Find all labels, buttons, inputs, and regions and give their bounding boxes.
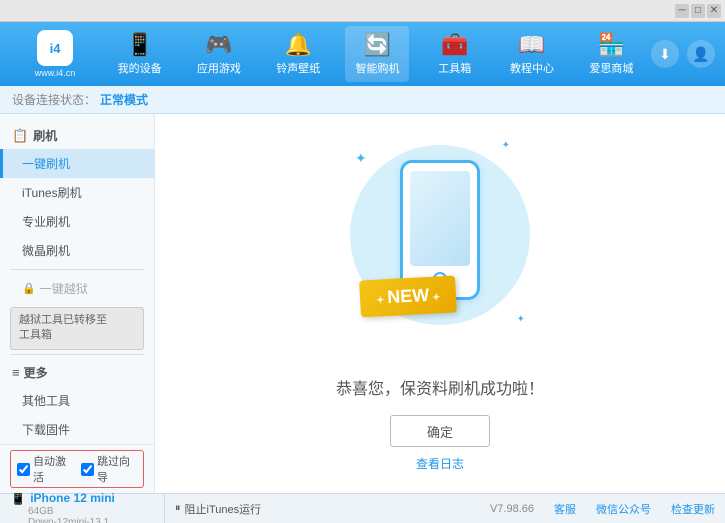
nav-item-my-device[interactable]: 📱 我的设备: [108, 26, 172, 82]
phone-illustration: ✦ ✦ ✦ NEW: [340, 135, 540, 355]
sidebar-section-more-label: 更多: [24, 364, 48, 381]
sidebar-notice-text: 越狱工具已转移至工具箱: [19, 314, 107, 341]
sidebar-divider-2: [10, 354, 144, 355]
user-button[interactable]: 👤: [687, 40, 715, 68]
stop-itunes-label: 阻止iTunes运行: [185, 501, 262, 517]
nav-item-my-device-label: 我的设备: [118, 60, 162, 76]
sidebar-section-flash-label: 刷机: [33, 127, 57, 144]
sparkle-2: ✦: [502, 140, 510, 151]
footer-right: V7.98.66 客服 微信公众号 检查更新: [271, 501, 715, 517]
sparkle-1: ✦: [355, 150, 367, 167]
nav-item-smart-shop[interactable]: 🔄 智能购机: [345, 26, 409, 82]
toolbox-icon: 🧰: [441, 32, 468, 58]
secondary-link[interactable]: 查看日志: [416, 455, 464, 472]
nav-item-ringtones-label: 铃声壁纸: [276, 60, 320, 76]
flash-section-icon: 📋: [12, 128, 28, 144]
skip-wizard-checkbox[interactable]: [81, 463, 94, 476]
sidebar-item-micro-flash-label: 微晶刷机: [22, 244, 70, 258]
auto-activate-label: 自动激活: [33, 453, 73, 485]
checkbox-highlight-area: 自动激活 跳过向导: [10, 450, 144, 488]
close-button[interactable]: ✕: [707, 4, 721, 18]
new-banner: NEW: [359, 276, 457, 318]
top-nav: i4 www.i4.cn 📱 我的设备 🎮 应用游戏 🔔 铃声壁纸 🔄 智能购机: [0, 22, 725, 86]
sidebar-item-jailbreak: 🔒 一键越狱: [0, 274, 154, 303]
content-area: 📋 刷机 一键刷机 iTunes刷机 专业刷机 微晶刷机 🔒 一键越狱 越狱工: [0, 114, 725, 493]
confirm-button[interactable]: 确定: [390, 415, 490, 447]
auto-activate-checkbox[interactable]: [17, 463, 30, 476]
footer-device-storage: 64GB: [10, 506, 156, 517]
footer-update-link[interactable]: 检查更新: [671, 501, 715, 517]
minimize-button[interactable]: ─: [675, 4, 689, 18]
nav-item-ringtones[interactable]: 🔔 铃声壁纸: [266, 26, 330, 82]
sidebar-item-other-tools-label: 其他工具: [22, 394, 70, 408]
sidebar-bottom-checkboxes: 自动激活 跳过向导: [0, 444, 155, 493]
logo-area[interactable]: i4 www.i4.cn: [10, 30, 100, 78]
footer-bar: 📱 iPhone 12 mini 64GB Down-12mini-13.1 ⏸…: [0, 493, 725, 523]
sidebar-item-download-fw[interactable]: 下载固件: [0, 415, 154, 444]
skip-wizard-label: 跳过向导: [97, 453, 137, 485]
status-label: 设备连接状态：: [12, 91, 96, 108]
sidebar-item-itunes-flash[interactable]: iTunes刷机: [0, 178, 154, 207]
center-content: ✦ ✦ ✦ NEW 恭喜您，保资料刷机成功啦！ 确定 查看日志: [155, 114, 725, 493]
sidebar-section-flash: 📋 刷机: [0, 122, 154, 149]
nav-item-apps-games-label: 应用游戏: [197, 60, 241, 76]
nav-item-shop-label: 爱思商城: [589, 60, 633, 76]
shop-icon: 🏪: [598, 32, 625, 58]
status-value: 正常模式: [100, 91, 148, 108]
footer-version: V7.98.66: [490, 503, 534, 515]
success-text: 恭喜您，保资料刷机成功啦！: [336, 375, 544, 399]
sidebar-item-one-click-flash-label: 一键刷机: [22, 157, 70, 171]
tutorials-icon: 📖: [518, 32, 545, 58]
sidebar: 📋 刷机 一键刷机 iTunes刷机 专业刷机 微晶刷机 🔒 一键越狱 越狱工: [0, 114, 155, 493]
nav-item-toolbox-label: 工具箱: [438, 60, 471, 76]
nav-item-tutorials[interactable]: 📖 教程中心: [500, 26, 564, 82]
phone-screen: [410, 171, 470, 266]
auto-activate-checkbox-label[interactable]: 自动激活: [17, 453, 73, 485]
logo-icon: i4: [37, 30, 73, 66]
apps-games-icon: 🎮: [205, 32, 232, 58]
sidebar-item-one-click-flash[interactable]: 一键刷机: [0, 149, 154, 178]
nav-item-smart-shop-label: 智能购机: [355, 60, 399, 76]
maximize-button[interactable]: □: [691, 4, 705, 18]
download-button[interactable]: ⬇: [651, 40, 679, 68]
sidebar-notice: 越狱工具已转移至工具箱: [10, 307, 144, 350]
nav-item-tutorials-label: 教程中心: [510, 60, 554, 76]
nav-right: ⬇ 👤: [651, 40, 715, 68]
smart-shop-icon: 🔄: [364, 32, 391, 58]
sidebar-item-pro-flash[interactable]: 专业刷机: [0, 207, 154, 236]
sidebar-item-jailbreak-label: 一键越狱: [40, 280, 88, 297]
sidebar-item-pro-flash-label: 专业刷机: [22, 215, 70, 229]
nav-items: 📱 我的设备 🎮 应用游戏 🔔 铃声壁纸 🔄 智能购机 🧰 工具箱 📖: [100, 26, 651, 82]
sidebar-section-more: ≡ 更多: [0, 359, 154, 386]
sidebar-item-itunes-flash-label: iTunes刷机: [22, 186, 82, 200]
nav-item-toolbox[interactable]: 🧰 工具箱: [425, 26, 485, 82]
ringtones-icon: 🔔: [285, 32, 312, 58]
footer-wechat-link[interactable]: 微信公众号: [596, 501, 651, 517]
footer-service-link[interactable]: 客服: [554, 501, 576, 517]
sidebar-item-other-tools[interactable]: 其他工具: [0, 386, 154, 415]
lock-icon: 🔒: [22, 282, 36, 295]
logo-text: www.i4.cn: [35, 68, 76, 78]
my-device-icon: 📱: [126, 32, 153, 58]
sidebar-item-download-fw-label: 下载固件: [22, 423, 70, 437]
status-bar: 设备连接状态： 正常模式: [0, 86, 725, 114]
footer-stop-itunes[interactable]: ⏸ 阻止iTunes运行: [165, 501, 271, 517]
sparkle-3: ✦: [517, 314, 525, 325]
footer-device-section: 📱 iPhone 12 mini 64GB Down-12mini-13.1: [10, 494, 165, 523]
stop-itunes-icon: ⏸: [175, 502, 181, 515]
nav-item-shop[interactable]: 🏪 爱思商城: [579, 26, 643, 82]
footer-device-model: Down-12mini-13.1: [10, 517, 156, 523]
title-bar: ─ □ ✕: [0, 0, 725, 22]
sidebar-divider-1: [10, 269, 144, 270]
sidebar-item-micro-flash[interactable]: 微晶刷机: [0, 236, 154, 265]
skip-wizard-checkbox-label[interactable]: 跳过向导: [81, 453, 137, 485]
nav-item-apps-games[interactable]: 🎮 应用游戏: [187, 26, 251, 82]
